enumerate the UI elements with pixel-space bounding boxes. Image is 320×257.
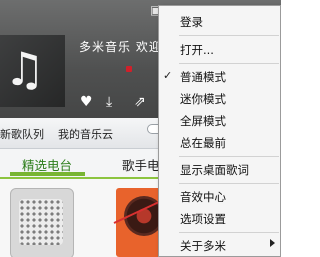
menu-item-fullscreen-mode[interactable]: 全屏模式	[159, 110, 281, 132]
menu-item-label: 显示桌面歌词	[180, 163, 249, 177]
menu-item-label: 打开...	[180, 43, 214, 57]
context-menu: 登录 打开... ✓ 普通模式 迷你模式 全屏模式 总在最前 显示桌面歌词 音效…	[158, 5, 281, 257]
tab-queue[interactable]: 新歌队列	[0, 126, 44, 142]
menu-separator	[179, 183, 279, 184]
submenu-arrow-icon	[270, 239, 275, 247]
subtab-artist-radio[interactable]: 歌手电	[122, 155, 160, 174]
menu-item-label: 选项设置	[180, 212, 226, 226]
menu-separator	[179, 156, 279, 157]
heart-icon[interactable]: ♥	[80, 94, 93, 110]
speaker-grill-icon	[19, 199, 63, 245]
tab-music-cloud[interactable]: 我的音乐云	[58, 126, 113, 142]
menu-item-sound-center[interactable]: 音效中心	[159, 186, 281, 208]
menu-item-label: 迷你模式	[180, 92, 226, 106]
menu-item-label: 总在最前	[180, 136, 226, 150]
menu-separator	[179, 232, 279, 233]
menu-item-login[interactable]: 登录	[159, 11, 281, 33]
menu-item-normal-mode[interactable]: ✓ 普通模式	[159, 66, 281, 88]
menu-item-always-on-top[interactable]: 总在最前	[159, 132, 281, 154]
menu-item-desktop-lyrics[interactable]: 显示桌面歌词	[159, 159, 281, 181]
menu-item-about[interactable]: 关于多米	[159, 235, 281, 257]
music-note-icon: ♫	[4, 42, 46, 96]
active-subtab-indicator	[10, 172, 85, 176]
download-icon[interactable]: ⤓	[106, 94, 112, 110]
menu-item-label: 普通模式	[180, 70, 226, 84]
menu-item-label: 登录	[180, 15, 203, 29]
notification-dot	[126, 66, 132, 72]
menu-item-mini-mode[interactable]: 迷你模式	[159, 88, 281, 110]
menu-item-label: 全屏模式	[180, 114, 226, 128]
menu-item-label: 音效中心	[180, 190, 226, 204]
menu-separator	[179, 35, 279, 36]
album-cover[interactable]: ♫	[0, 35, 65, 107]
menu-item-open[interactable]: 打开...	[159, 39, 281, 61]
share-icon[interactable]: ⇗	[134, 94, 146, 110]
radio-tile-speaker[interactable]	[10, 188, 74, 257]
song-title: 多米音乐 欢迎	[79, 40, 162, 54]
music-player-window: ♫ 多米音乐 欢迎 ▣ ♥ ⤓ ⇗ 新歌队列 我的音乐云 精选电台 歌手电 登录…	[0, 0, 281, 257]
checkmark-icon: ✓	[163, 69, 173, 82]
menu-item-options[interactable]: 选项设置	[159, 208, 281, 230]
menu-separator	[179, 63, 279, 64]
menu-item-label: 关于多米	[180, 239, 226, 253]
